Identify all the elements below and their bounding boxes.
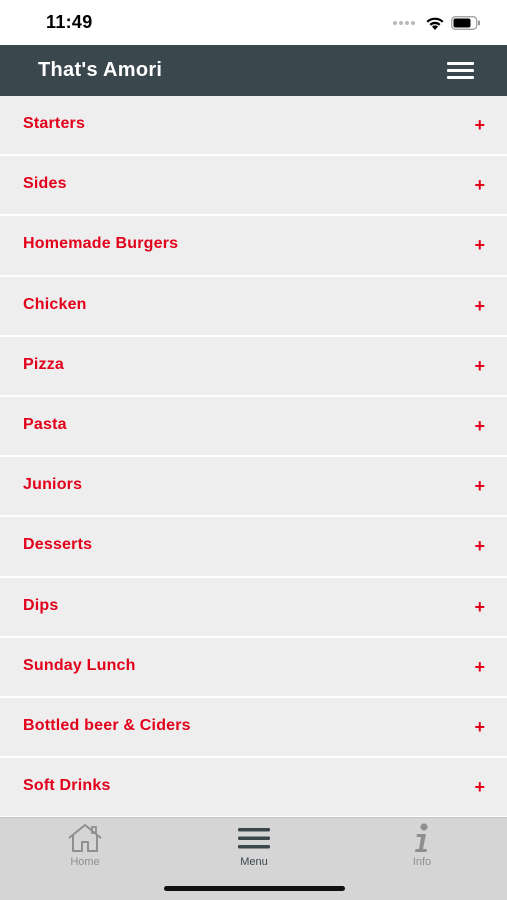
cellular-signal-icon xyxy=(393,21,415,25)
menu-category-label: Bottled beer & Ciders xyxy=(23,716,191,734)
menu-category-label: Pasta xyxy=(23,415,67,433)
menu-category-homemade-burgers[interactable]: Homemade Burgers + xyxy=(0,216,507,277)
expand-plus-icon[interactable]: + xyxy=(474,416,485,436)
expand-plus-icon[interactable]: + xyxy=(474,717,485,737)
expand-plus-icon[interactable]: + xyxy=(474,657,485,677)
tab-menu[interactable]: Menu xyxy=(204,822,304,872)
menu-category-label: Homemade Burgers xyxy=(23,235,179,253)
tab-home-label: Home xyxy=(70,856,100,868)
home-icon xyxy=(68,824,102,852)
home-indicator[interactable] xyxy=(164,886,345,891)
expand-plus-icon[interactable]: + xyxy=(474,296,485,316)
menu-category-label: Juniors xyxy=(23,476,83,494)
hamburger-icon xyxy=(238,828,270,849)
info-icon xyxy=(415,823,428,852)
tab-menu-label: Menu xyxy=(240,856,268,868)
menu-category-sunday-lunch[interactable]: Sunday Lunch + xyxy=(0,637,507,698)
menu-category-label: Dips xyxy=(23,596,59,614)
menu-category-bottled-beer-ciders[interactable]: Bottled beer & Ciders + xyxy=(0,697,507,759)
menu-category-chicken[interactable]: Chicken + xyxy=(0,276,507,337)
status-bar: 11:49 xyxy=(0,0,507,45)
menu-category-pasta[interactable]: Pasta + xyxy=(0,396,507,458)
hamburger-menu-button[interactable] xyxy=(447,62,474,79)
menu-category-label: Sides xyxy=(23,175,67,193)
status-indicators xyxy=(393,13,481,33)
menu-category-pizza[interactable]: Pizza + xyxy=(0,336,507,397)
menu-category-label: Chicken xyxy=(23,295,87,313)
menu-category-desserts[interactable]: Desserts + xyxy=(0,517,507,578)
expand-plus-icon[interactable]: + xyxy=(474,777,485,797)
battery-icon xyxy=(451,16,480,30)
expand-plus-icon[interactable]: + xyxy=(474,536,485,556)
menu-category-label: Pizza xyxy=(23,355,65,373)
tab-info-label: Info xyxy=(412,856,432,868)
menu-category-starters[interactable]: Starters + xyxy=(0,96,507,157)
wifi-icon xyxy=(426,17,444,30)
hamburger-icon xyxy=(447,62,474,65)
menu-category-list: Starters + Sides + Homemade Burgers + Ch… xyxy=(0,96,507,819)
menu-category-dips[interactable]: Dips + xyxy=(0,577,507,638)
status-time: 11:49 xyxy=(46,12,93,32)
tab-info[interactable]: Info xyxy=(372,822,472,872)
menu-category-sides[interactable]: Sides + xyxy=(0,156,507,217)
menu-category-label: Starters xyxy=(23,115,86,132)
expand-plus-icon[interactable]: + xyxy=(474,356,485,376)
expand-plus-icon[interactable]: + xyxy=(474,235,485,255)
menu-category-soft-drinks[interactable]: Soft Drinks + xyxy=(0,758,507,819)
app-title: That's Amori xyxy=(38,59,163,81)
expand-plus-icon[interactable]: + xyxy=(474,115,485,135)
bottom-tab-bar: Home Menu Info xyxy=(0,817,507,900)
tab-home[interactable]: Home xyxy=(35,822,135,872)
expand-plus-icon[interactable]: + xyxy=(474,175,485,195)
menu-category-label: Desserts xyxy=(23,536,93,554)
menu-category-label: Sunday Lunch xyxy=(23,656,136,674)
app-header: That's Amori xyxy=(0,45,507,96)
expand-plus-icon[interactable]: + xyxy=(474,476,485,496)
expand-plus-icon[interactable]: + xyxy=(474,597,485,617)
menu-category-label: Soft Drinks xyxy=(23,777,111,795)
menu-category-juniors[interactable]: Juniors + xyxy=(0,457,507,518)
